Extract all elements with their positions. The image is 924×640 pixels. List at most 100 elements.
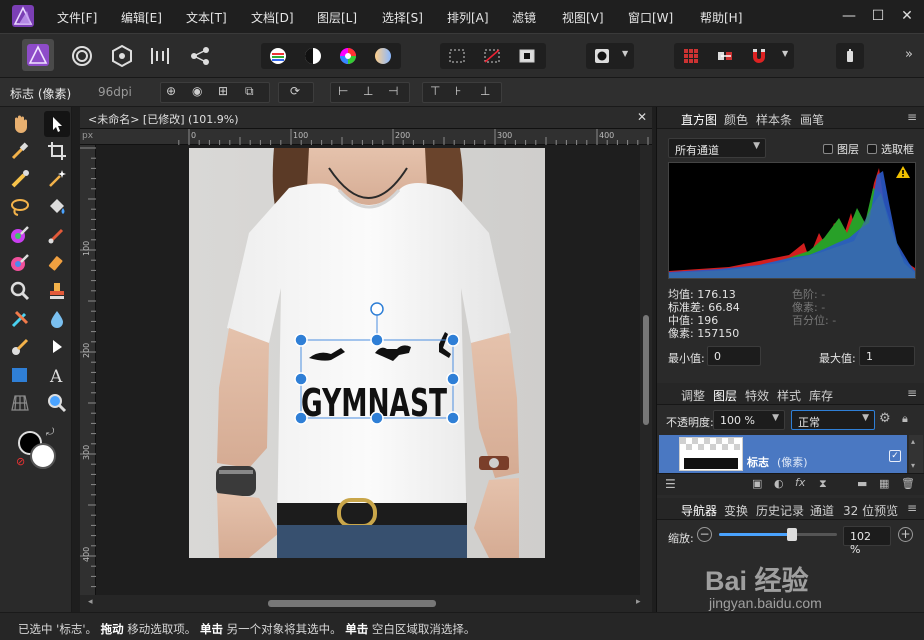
blend-mode-dropdown[interactable]: 正常 ▼ bbox=[791, 410, 875, 430]
opacity-dropdown[interactable]: 100 % ▼ bbox=[713, 410, 785, 430]
tone-mapping-persona-icon[interactable] bbox=[148, 44, 172, 68]
crop-tool-icon[interactable] bbox=[46, 140, 68, 162]
tab-history[interactable]: 历史记录 bbox=[756, 502, 804, 519]
rotate-icon[interactable]: ⟳ bbox=[290, 84, 300, 98]
blur-brush-tool-icon[interactable] bbox=[46, 308, 68, 330]
secondary-color-swatch[interactable] bbox=[30, 443, 56, 469]
tab-navigator[interactable]: 导航器 bbox=[681, 502, 717, 519]
dodge-brush-tool-icon[interactable] bbox=[9, 252, 31, 274]
close-window-button[interactable]: ✕ bbox=[897, 6, 917, 26]
assistant-button[interactable] bbox=[836, 43, 864, 69]
fill-tool-icon[interactable] bbox=[46, 196, 68, 218]
erase-brush-tool-icon[interactable] bbox=[46, 252, 68, 274]
rectangle-tool-icon[interactable] bbox=[9, 364, 31, 386]
maximize-button[interactable]: ☐ bbox=[868, 6, 888, 26]
color-replace-tool-icon[interactable] bbox=[9, 224, 31, 246]
quick-mask-dropdown-icon[interactable]: ▼ bbox=[622, 49, 628, 58]
live-filter-icon[interactable]: ⧗ bbox=[819, 477, 827, 491]
zoom-value-field[interactable]: 102 % bbox=[843, 526, 891, 556]
resize-handle-r[interactable] bbox=[446, 372, 460, 386]
tab-channels[interactable]: 通道 bbox=[810, 502, 834, 519]
resize-handle-tl[interactable] bbox=[294, 333, 308, 347]
paint-brush-tool-icon[interactable] bbox=[46, 224, 68, 246]
vertical-ruler[interactable]: 100 200 300 400 bbox=[80, 145, 96, 598]
tab-transform[interactable]: 变换 bbox=[724, 502, 748, 519]
menu-arrange[interactable]: 排列[A] bbox=[447, 9, 489, 26]
layer-checkbox[interactable] bbox=[823, 144, 833, 154]
tab-histogram[interactable]: 直方图 bbox=[681, 111, 717, 128]
canvas[interactable]: GYMNAST bbox=[96, 145, 652, 595]
tab-32bit-preview[interactable]: 32 位预览 bbox=[843, 502, 898, 519]
navigator-panel-menu-icon[interactable]: ≡ bbox=[907, 501, 917, 515]
layer-visibility-checkbox[interactable]: ✓ bbox=[889, 450, 901, 462]
max-value-field[interactable]: 1 bbox=[859, 346, 915, 366]
white-balance-icon[interactable] bbox=[374, 47, 392, 65]
flood-select-tool-icon[interactable] bbox=[46, 168, 68, 190]
tab-brushes[interactable]: 画笔 bbox=[800, 111, 824, 128]
panel-menu-icon[interactable]: ≡ bbox=[907, 110, 917, 124]
adjustment-layer-icon[interactable]: ◐ bbox=[774, 477, 784, 490]
snapping-magnet-icon[interactable] bbox=[750, 47, 768, 65]
quick-mask-button[interactable]: ▼ bbox=[586, 43, 634, 69]
grid-icon[interactable] bbox=[682, 47, 700, 65]
zoom-brush-tool-icon[interactable] bbox=[9, 280, 31, 302]
menu-edit[interactable]: 编辑[E] bbox=[121, 9, 162, 26]
tab-swatches[interactable]: 样本条 bbox=[756, 111, 792, 128]
toolbar-overflow-icon[interactable]: » bbox=[905, 47, 913, 62]
align-bottom-icon[interactable]: ⊥ bbox=[480, 84, 490, 98]
black-white-icon[interactable] bbox=[304, 47, 322, 65]
resize-handle-l[interactable] bbox=[294, 372, 308, 386]
force-pixel-alignment-icon[interactable] bbox=[716, 47, 734, 65]
layers-scrollbar[interactable]: ▴ ▾ bbox=[909, 435, 923, 473]
invert-selection-icon[interactable] bbox=[518, 47, 536, 65]
tab-stock[interactable]: 库存 bbox=[809, 387, 833, 404]
smudge-brush-tool-icon[interactable] bbox=[9, 336, 31, 358]
layer-row-logo[interactable]: 标志 (像素) ✓ bbox=[659, 435, 907, 473]
marquee-select-icon[interactable] bbox=[448, 47, 466, 65]
menu-text[interactable]: 文本[T] bbox=[186, 9, 227, 26]
zoom-slider[interactable] bbox=[719, 528, 837, 541]
min-value-field[interactable]: 0 bbox=[707, 346, 761, 366]
no-fill-icon[interactable]: ⊘ bbox=[16, 455, 25, 468]
resize-handle-b[interactable] bbox=[370, 411, 384, 425]
layers-stack-icon[interactable]: ☰ bbox=[665, 477, 676, 491]
healing-brush-tool-icon[interactable] bbox=[9, 308, 31, 330]
menu-filters[interactable]: 滤镜 bbox=[512, 9, 536, 26]
deselect-icon[interactable] bbox=[483, 47, 501, 65]
resize-handle-t[interactable] bbox=[370, 333, 384, 347]
align-center-icon[interactable]: ⊥ bbox=[363, 84, 373, 98]
resize-handle-tr[interactable] bbox=[446, 333, 460, 347]
pen-tool-icon[interactable] bbox=[46, 336, 68, 358]
arrange-icon[interactable]: ⧉ bbox=[245, 84, 254, 99]
menu-view[interactable]: 视图[V] bbox=[562, 9, 604, 26]
show-bounding-icon[interactable]: ◉ bbox=[192, 84, 202, 98]
horizontal-scroll-thumb[interactable] bbox=[268, 600, 436, 607]
menu-document[interactable]: 文档[D] bbox=[251, 9, 294, 26]
export-persona-icon[interactable] bbox=[188, 44, 212, 68]
close-document-icon[interactable]: ✕ bbox=[637, 110, 647, 124]
scroll-right-icon[interactable]: ▸ bbox=[636, 597, 641, 607]
menu-select[interactable]: 选择[S] bbox=[382, 9, 423, 26]
hsl-icon[interactable] bbox=[339, 47, 357, 65]
layer-settings-gear-icon[interactable]: ⚙ bbox=[879, 411, 891, 426]
document-tab[interactable]: <未命名> [已修改] (101.9%) ✕ bbox=[80, 107, 652, 129]
text-tool-icon[interactable]: A bbox=[46, 364, 68, 387]
menu-window[interactable]: 窗口[W] bbox=[628, 9, 673, 26]
align-left-icon[interactable]: ⊢ bbox=[338, 84, 348, 98]
hand-tool-icon[interactable] bbox=[9, 113, 31, 135]
menu-help[interactable]: 帮助[H] bbox=[700, 9, 742, 26]
layers-panel-menu-icon[interactable]: ≡ bbox=[907, 386, 917, 400]
warning-icon[interactable] bbox=[895, 165, 911, 179]
color-picker-tool-icon[interactable] bbox=[9, 140, 31, 162]
align-middle-icon[interactable]: ⊦ bbox=[455, 84, 461, 98]
group-folder-icon[interactable]: ▬ bbox=[857, 477, 867, 490]
photo-persona-button[interactable] bbox=[22, 39, 54, 71]
scroll-left-icon[interactable]: ◂ bbox=[88, 597, 93, 607]
tab-adjustments[interactable]: 调整 bbox=[681, 387, 705, 404]
mask-layer-icon[interactable]: ▣ bbox=[752, 477, 762, 490]
horizontal-scrollbar[interactable]: ◂ ▸ bbox=[80, 595, 652, 612]
levels-icon[interactable] bbox=[269, 47, 287, 65]
develop-persona-icon[interactable] bbox=[110, 44, 134, 68]
selection-brush-tool-icon[interactable] bbox=[9, 168, 31, 190]
menu-layer[interactable]: 图层[L] bbox=[317, 9, 357, 26]
